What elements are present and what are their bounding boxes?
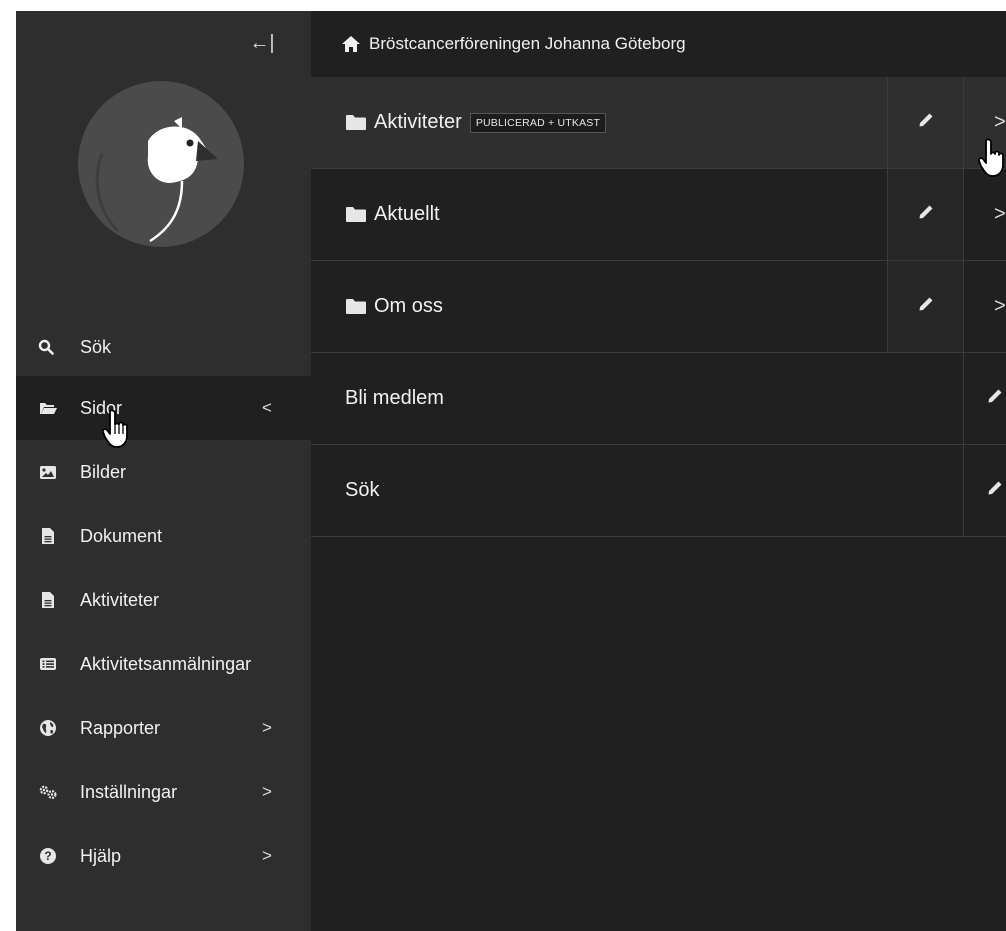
chevron-left-icon: <: [262, 398, 272, 417]
edit-button[interactable]: [887, 77, 963, 168]
folder-open-icon: [38, 401, 58, 415]
sidebar-item-aktivitetsanmalningar[interactable]: Aktivitetsanmälningar: [16, 632, 311, 696]
pencil-icon: [917, 111, 935, 134]
page-title[interactable]: Bli medlem: [345, 387, 444, 410]
pencil-icon: [986, 479, 1004, 502]
page-list: Aktiviteter PUBLICERAD + UTKAST > Aktuel…: [311, 77, 1006, 537]
page-title[interactable]: Om oss: [374, 295, 443, 318]
sidebar-item-bilder[interactable]: Bilder: [16, 440, 311, 504]
cogs-icon: [38, 784, 58, 800]
chevron-right-icon: >: [994, 203, 1006, 225]
sidebar-item-label: Bilder: [80, 461, 127, 482]
sidebar-item-aktiviteter[interactable]: Aktiviteter: [16, 568, 311, 632]
page-title[interactable]: Aktiviteter: [374, 111, 462, 134]
edit-button[interactable]: [963, 353, 1006, 444]
sidebar-item-label: Hjälp: [80, 845, 122, 866]
sidebar-item-installningar[interactable]: Inställningar >: [16, 760, 311, 824]
sidebar: ←| Sök Sidor < Bilder Dokument Aktivitet…: [16, 11, 311, 931]
sidebar-item-hjalp[interactable]: ? Hjälp >: [16, 824, 311, 888]
list-item[interactable]: Om oss >: [311, 261, 1006, 353]
chevron-right-icon: >: [994, 111, 1006, 133]
hand-cursor-icon: [101, 409, 136, 449]
page-title[interactable]: Aktuellt: [374, 203, 440, 226]
image-icon: [38, 465, 58, 480]
status-badge: PUBLICERAD + UTKAST: [469, 112, 607, 133]
pencil-icon: [917, 295, 935, 318]
folder-icon: [345, 298, 367, 315]
sidebar-item-rapporter[interactable]: Rapporter >: [16, 696, 311, 760]
list-item[interactable]: Aktiviteter PUBLICERAD + UTKAST >: [311, 77, 1006, 169]
list-item[interactable]: Bli medlem: [311, 353, 1006, 445]
sidebar-item-label: Rapporter: [80, 717, 161, 738]
folder-icon: [345, 114, 367, 131]
chevron-right-icon: >: [262, 846, 272, 865]
collapse-sidebar-button[interactable]: ←|: [242, 29, 282, 57]
pencil-icon: [986, 387, 1004, 410]
document-icon: [38, 591, 58, 609]
document-icon: [38, 527, 58, 545]
globe-icon: [38, 719, 58, 737]
breadcrumb[interactable]: Bröstcancerföreningen Johanna Göteborg: [311, 11, 1006, 77]
edit-button[interactable]: [963, 445, 1006, 536]
page-title[interactable]: Sök: [345, 479, 379, 502]
help-icon: ?: [38, 847, 58, 865]
sidebar-nav: Sidor < Bilder Dokument Aktiviteter Akti…: [16, 376, 311, 888]
page-explorer: Bröstcancerföreningen Johanna Göteborg A…: [311, 11, 1006, 931]
folder-icon: [345, 206, 367, 223]
list-item[interactable]: Sök: [311, 445, 1006, 537]
sidebar-item-label: Aktiviteter: [80, 589, 160, 610]
bird-logo[interactable]: [78, 81, 244, 247]
sidebar-item-label: Inställningar: [80, 781, 178, 802]
sidebar-item-label: Sök: [80, 336, 112, 357]
edit-button[interactable]: [887, 169, 963, 260]
list-icon: [38, 657, 58, 671]
search-icon: [38, 339, 58, 355]
svg-text:?: ?: [44, 849, 51, 863]
home-icon: [341, 35, 361, 53]
edit-button[interactable]: [887, 261, 963, 352]
chevron-right-icon: >: [262, 782, 272, 801]
sidebar-item-label: Dokument: [80, 525, 163, 546]
list-item[interactable]: Aktuellt >: [311, 169, 1006, 261]
pencil-icon: [917, 203, 935, 226]
chevron-right-icon: >: [994, 295, 1006, 317]
hand-cursor-icon: [977, 138, 1006, 178]
sidebar-item-label: Aktivitetsanmälningar: [80, 653, 252, 674]
sidebar-item-dokument[interactable]: Dokument: [16, 504, 311, 568]
arrow-left-to-bar-icon: ←|: [249, 31, 275, 54]
open-children-button[interactable]: >: [963, 169, 1006, 260]
sidebar-item-sidor[interactable]: Sidor <: [16, 376, 311, 440]
sidebar-item-search[interactable]: Sök: [16, 322, 311, 372]
breadcrumb-label: Bröstcancerföreningen Johanna Göteborg: [369, 34, 686, 53]
open-children-button[interactable]: >: [963, 261, 1006, 352]
chevron-right-icon: >: [262, 718, 272, 737]
